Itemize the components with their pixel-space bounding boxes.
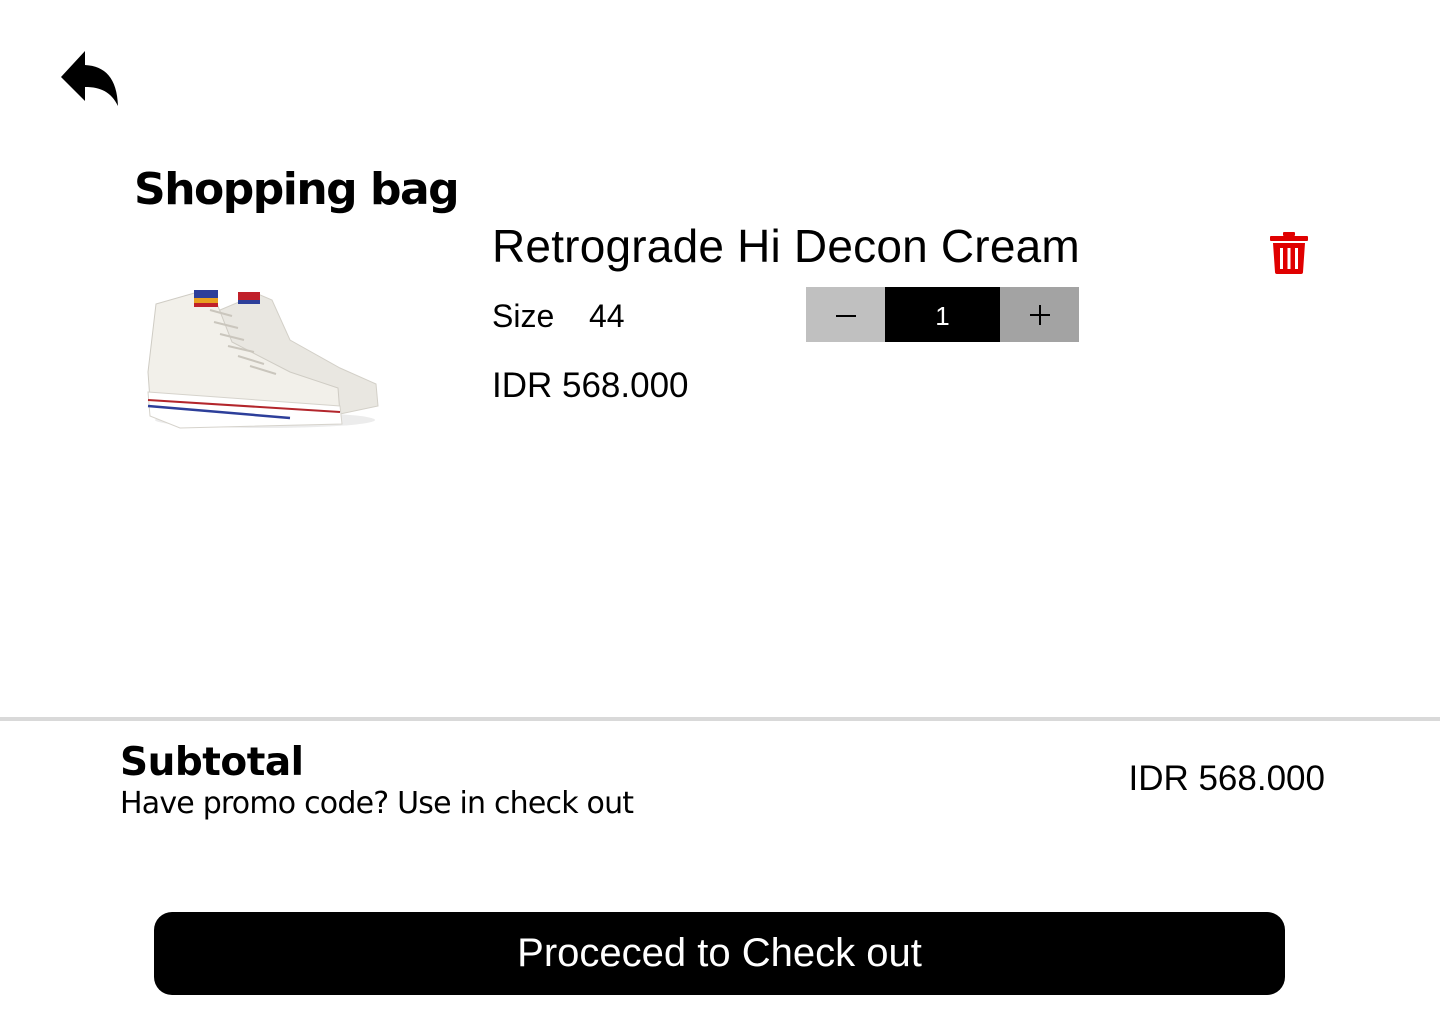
promo-code-hint: Have promo code? Use in check out <box>120 786 634 821</box>
product-image <box>140 280 385 440</box>
subtotal-label: Subtotal <box>120 740 304 785</box>
checkout-button[interactable]: Proceced to Check out <box>154 912 1285 995</box>
plus-icon <box>1029 304 1050 325</box>
reply-arrow-icon <box>61 51 118 106</box>
subtotal-value: IDR 568.000 <box>1128 759 1325 798</box>
minus-icon <box>835 314 856 317</box>
quantity-stepper: 1 <box>806 287 1079 342</box>
page-title: Shopping bag <box>134 164 460 215</box>
divider <box>0 717 1440 721</box>
size-value: 44 <box>589 298 625 334</box>
item-price: IDR 568.000 <box>492 366 689 405</box>
size-label: Size <box>492 298 555 334</box>
quantity-value[interactable]: 1 <box>885 287 1000 342</box>
back-button[interactable] <box>56 44 122 110</box>
decrease-quantity-button[interactable] <box>806 287 885 342</box>
shopping-bag-page: Shopping bag Retrograde Hi Decon Cream S… <box>0 0 1440 1024</box>
delete-item-button[interactable] <box>1268 230 1310 276</box>
increase-quantity-button[interactable] <box>1000 287 1079 342</box>
trash-icon <box>1270 232 1308 274</box>
product-name: Retrograde Hi Decon Cream <box>492 220 1080 272</box>
